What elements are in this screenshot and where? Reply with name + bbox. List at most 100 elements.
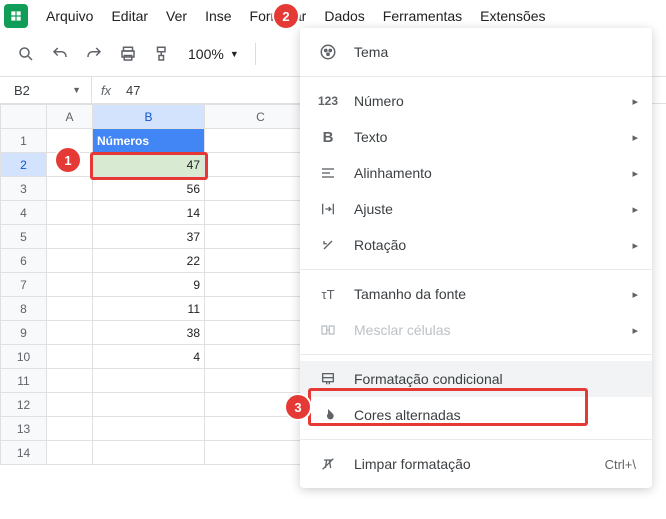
row-head[interactable]: 1 xyxy=(1,129,47,153)
align-icon xyxy=(316,165,340,181)
cell[interactable] xyxy=(47,273,93,297)
row-head[interactable]: 3 xyxy=(1,177,47,201)
undo-icon[interactable] xyxy=(46,40,74,68)
format-menu-dropdown: Tema 123 Número ▸ B Texto ▸ Alinhamento … xyxy=(300,28,652,488)
annotation-badge-1: 1 xyxy=(56,148,80,172)
col-head-a[interactable]: A xyxy=(47,105,93,129)
conditional-format-icon xyxy=(316,371,340,387)
cell[interactable] xyxy=(47,249,93,273)
row-head[interactable]: 2 xyxy=(1,153,47,177)
cell-b7[interactable]: 9 xyxy=(93,273,205,297)
cell-b10[interactable]: 4 xyxy=(93,345,205,369)
chevron-down-icon: ▼ xyxy=(72,85,81,95)
cell[interactable] xyxy=(93,441,205,465)
cell[interactable] xyxy=(47,177,93,201)
menu-separator xyxy=(300,354,652,355)
menu-separator xyxy=(300,76,652,77)
menu-inserir[interactable]: Inse xyxy=(197,4,239,28)
chevron-right-icon: ▸ xyxy=(632,131,638,144)
menu-item-text[interactable]: B Texto ▸ xyxy=(300,119,652,155)
name-box-value: B2 xyxy=(14,83,30,98)
cell-b8[interactable]: 11 xyxy=(93,297,205,321)
zoom-select[interactable]: 100% ▼ xyxy=(182,46,245,62)
menu-label: Limpar formatação xyxy=(354,456,605,472)
select-all-corner[interactable] xyxy=(1,105,47,129)
row-head[interactable]: 7 xyxy=(1,273,47,297)
row-head[interactable]: 6 xyxy=(1,249,47,273)
paint-format-icon[interactable] xyxy=(148,40,176,68)
menu-item-merge: Mesclar células ▸ xyxy=(300,312,652,348)
menu-item-wrap[interactable]: Ajuste ▸ xyxy=(300,191,652,227)
cell-b1[interactable]: Números xyxy=(93,129,205,153)
menu-item-clear-format[interactable]: Limpar formatação Ctrl+\ xyxy=(300,446,652,482)
menu-item-theme[interactable]: Tema xyxy=(300,34,652,70)
menu-label: Ajuste xyxy=(354,201,636,217)
cell-b5[interactable]: 37 xyxy=(93,225,205,249)
cell[interactable] xyxy=(47,369,93,393)
cell[interactable] xyxy=(47,225,93,249)
row-head[interactable]: 13 xyxy=(1,417,47,441)
chevron-right-icon: ▸ xyxy=(632,324,638,337)
cell-b3[interactable]: 56 xyxy=(93,177,205,201)
col-head-b[interactable]: B xyxy=(93,105,205,129)
menu-label: Número xyxy=(354,93,636,109)
menu-item-rotation[interactable]: Rotação ▸ xyxy=(300,227,652,263)
menu-label: Rotação xyxy=(354,237,636,253)
menu-label: Tamanho da fonte xyxy=(354,286,636,302)
search-icon[interactable] xyxy=(12,40,40,68)
number-icon: 123 xyxy=(316,94,340,108)
cell[interactable] xyxy=(93,393,205,417)
menu-extensoes[interactable]: Extensões xyxy=(472,4,553,28)
cell[interactable] xyxy=(47,201,93,225)
menu-dados[interactable]: Dados xyxy=(316,4,372,28)
row-head[interactable]: 9 xyxy=(1,321,47,345)
cell[interactable] xyxy=(47,321,93,345)
menu-item-alignment[interactable]: Alinhamento ▸ xyxy=(300,155,652,191)
menu-item-number[interactable]: 123 Número ▸ xyxy=(300,83,652,119)
toolbar-separator xyxy=(255,43,256,65)
menu-label: Formatação condicional xyxy=(354,371,636,387)
menu-editar[interactable]: Editar xyxy=(103,4,156,28)
chevron-right-icon: ▸ xyxy=(632,203,638,216)
cell[interactable] xyxy=(47,345,93,369)
sheets-icon xyxy=(9,9,23,23)
app-logo[interactable] xyxy=(4,4,28,28)
row-head[interactable]: 12 xyxy=(1,393,47,417)
row-head[interactable]: 4 xyxy=(1,201,47,225)
menu-separator xyxy=(300,439,652,440)
row-head[interactable]: 5 xyxy=(1,225,47,249)
alt-colors-icon xyxy=(316,407,340,423)
chevron-right-icon: ▸ xyxy=(632,288,638,301)
name-box[interactable]: B2 ▼ xyxy=(0,77,92,103)
menu-label: Cores alternadas xyxy=(354,407,636,423)
chevron-down-icon: ▼ xyxy=(230,49,239,59)
row-head[interactable]: 10 xyxy=(1,345,47,369)
menu-ferramentas[interactable]: Ferramentas xyxy=(375,4,470,28)
cell[interactable] xyxy=(47,393,93,417)
row-head[interactable]: 11 xyxy=(1,369,47,393)
redo-icon[interactable] xyxy=(80,40,108,68)
menu-ver[interactable]: Ver xyxy=(158,4,195,28)
chevron-right-icon: ▸ xyxy=(632,167,638,180)
cell[interactable] xyxy=(93,417,205,441)
cell-b9[interactable]: 38 xyxy=(93,321,205,345)
clear-format-icon xyxy=(316,456,340,472)
cell[interactable] xyxy=(47,297,93,321)
menu-item-fontsize[interactable]: τT Tamanho da fonte ▸ xyxy=(300,276,652,312)
merge-icon xyxy=(316,322,340,338)
cell-b2[interactable]: 47 xyxy=(93,153,205,177)
menu-label: Alinhamento xyxy=(354,165,636,181)
cell-b4[interactable]: 14 xyxy=(93,201,205,225)
row-head[interactable]: 14 xyxy=(1,441,47,465)
cell[interactable] xyxy=(93,369,205,393)
row-head[interactable]: 8 xyxy=(1,297,47,321)
cell[interactable] xyxy=(47,417,93,441)
print-icon[interactable] xyxy=(114,40,142,68)
cell[interactable] xyxy=(47,441,93,465)
theme-icon xyxy=(316,43,340,61)
menu-arquivo[interactable]: Arquivo xyxy=(38,4,101,28)
menu-label: Texto xyxy=(354,129,636,145)
menu-item-alt-colors[interactable]: Cores alternadas xyxy=(300,397,652,433)
cell-b6[interactable]: 22 xyxy=(93,249,205,273)
menu-item-conditional-format[interactable]: Formatação condicional xyxy=(300,361,652,397)
